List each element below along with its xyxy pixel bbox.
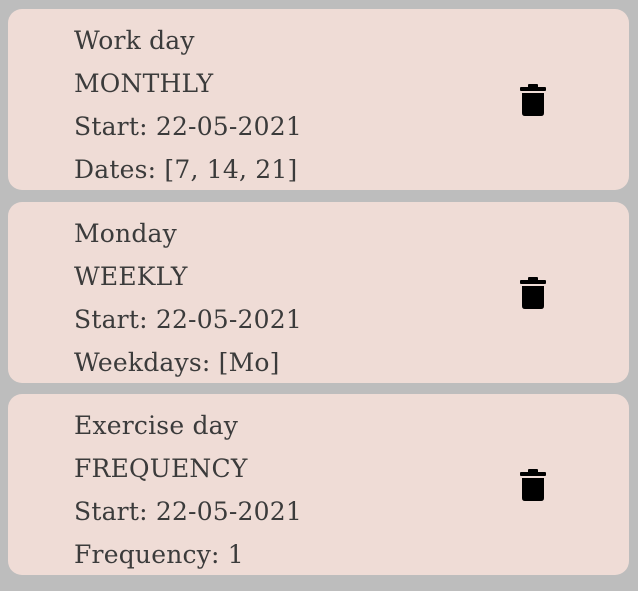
- schedule-start: Start: 22-05-2021: [74, 497, 302, 526]
- delete-button[interactable]: [517, 275, 549, 311]
- schedule-card-text: Monday WEEKLY Start: 22-05-2021 Weekdays…: [74, 215, 302, 387]
- schedule-name: Monday: [74, 219, 177, 248]
- delete-button[interactable]: [517, 467, 549, 503]
- schedule-type: WEEKLY: [74, 262, 188, 291]
- schedule-start: Start: 22-05-2021: [74, 112, 302, 141]
- delete-button[interactable]: [517, 82, 549, 118]
- schedule-type: MONTHLY: [74, 69, 214, 98]
- schedule-detail: Dates: [7, 14, 21]: [74, 155, 298, 184]
- schedule-type: FREQUENCY: [74, 454, 248, 483]
- schedule-detail: Frequency: 1: [74, 540, 244, 569]
- trash-icon: [520, 84, 546, 116]
- trash-icon: [520, 469, 546, 501]
- schedule-card[interactable]: Monday WEEKLY Start: 22-05-2021 Weekdays…: [8, 202, 629, 383]
- schedule-start: Start: 22-05-2021: [74, 305, 302, 334]
- schedule-card[interactable]: Work day MONTHLY Start: 22-05-2021 Dates…: [8, 9, 629, 190]
- schedule-card[interactable]: Exercise day FREQUENCY Start: 22-05-2021…: [8, 394, 629, 575]
- trash-icon: [520, 277, 546, 309]
- schedule-list: Work day MONTHLY Start: 22-05-2021 Dates…: [0, 0, 638, 591]
- schedule-card-text: Exercise day FREQUENCY Start: 22-05-2021…: [74, 407, 302, 579]
- schedule-name: Exercise day: [74, 411, 239, 440]
- schedule-name: Work day: [74, 26, 195, 55]
- schedule-detail: Weekdays: [Mo]: [74, 348, 280, 377]
- schedule-card-text: Work day MONTHLY Start: 22-05-2021 Dates…: [74, 22, 302, 194]
